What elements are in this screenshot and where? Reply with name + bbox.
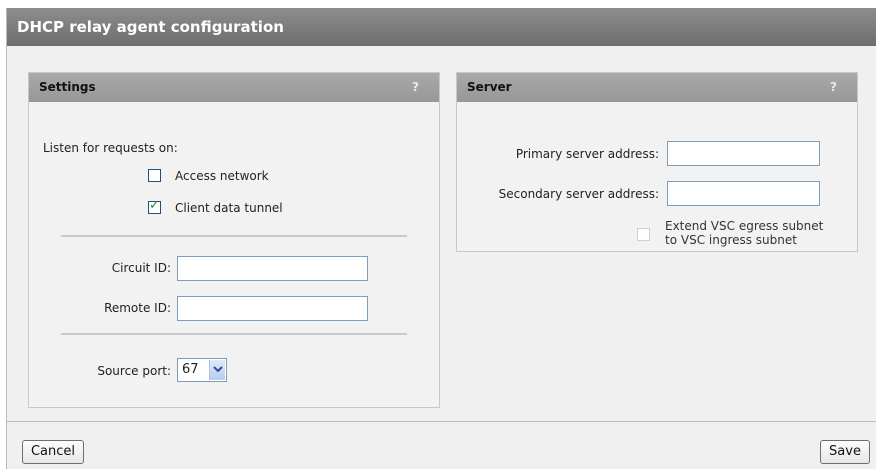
remote-id-input[interactable] — [177, 296, 368, 321]
settings-panel-header: Settings ? — [29, 73, 439, 102]
secondary-server-input[interactable] — [667, 181, 820, 206]
settings-divider-bottom — [61, 333, 407, 335]
access-network-checkbox[interactable] — [148, 169, 161, 182]
dialog-frame: DHCP relay agent configuration Settings … — [6, 8, 876, 469]
server-panel: Server ? Primary server address: Seconda… — [456, 72, 858, 252]
circuit-id-label: Circuit ID: — [111, 261, 171, 275]
source-port-label: Source port: — [97, 364, 171, 378]
circuit-id-input[interactable] — [177, 256, 368, 281]
cancel-button[interactable]: Cancel — [22, 440, 84, 464]
secondary-server-label: Secondary server address: — [498, 187, 659, 201]
client-data-tunnel-label[interactable]: Client data tunnel — [175, 201, 283, 215]
extend-vsc-label-line2: to VSC ingress subnet — [665, 233, 797, 247]
settings-divider-top — [61, 235, 407, 237]
server-help-icon[interactable]: ? — [830, 73, 837, 102]
settings-help-icon[interactable]: ? — [412, 73, 419, 102]
remote-id-label: Remote ID: — [104, 301, 171, 315]
listen-label: Listen for requests on: — [43, 141, 178, 155]
footer-divider — [7, 421, 876, 422]
page-title: DHCP relay agent configuration — [7, 8, 876, 46]
server-header-label: Server — [467, 80, 512, 94]
client-data-tunnel-checkbox[interactable] — [148, 198, 161, 214]
settings-header-label: Settings — [39, 80, 96, 94]
access-network-label[interactable]: Access network — [175, 169, 269, 183]
primary-server-input[interactable] — [667, 141, 820, 166]
extend-vsc-label-line1: Extend VSC egress subnet — [665, 219, 824, 233]
extend-vsc-checkbox[interactable] — [637, 228, 650, 241]
chevron-down-icon[interactable] — [209, 360, 225, 380]
settings-panel: Settings ? Listen for requests on: Acces… — [28, 72, 440, 408]
save-button[interactable]: Save — [820, 440, 870, 464]
primary-server-label: Primary server address: — [515, 147, 659, 161]
source-port-value: 67 — [182, 362, 199, 377]
source-port-select[interactable]: 67 — [177, 358, 227, 382]
server-panel-header: Server ? — [457, 73, 857, 102]
